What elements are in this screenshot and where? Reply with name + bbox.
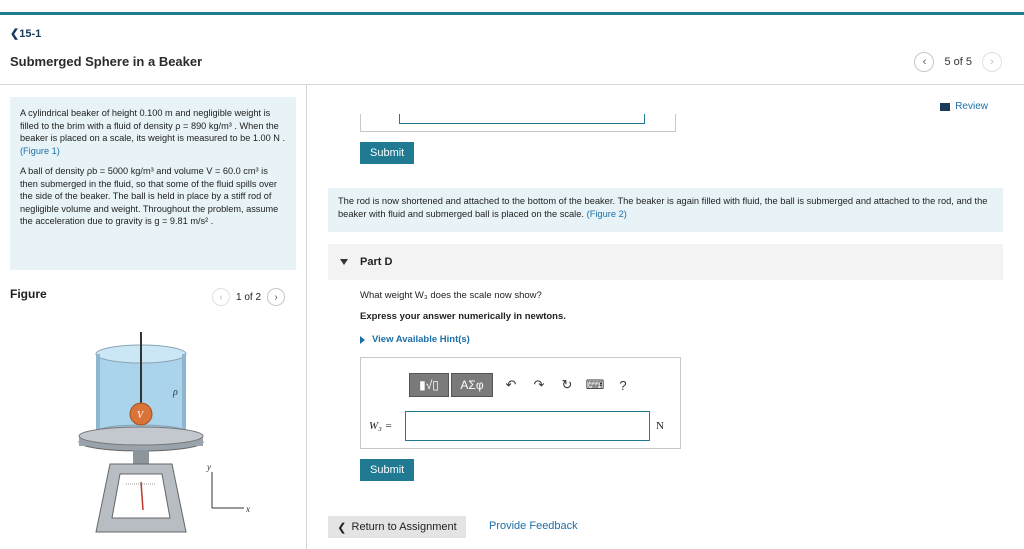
help-button[interactable]: ? — [613, 375, 633, 395]
part-label: Part D — [360, 256, 393, 268]
scenario-paragraph: The rod is now shortened and attached to… — [328, 188, 1003, 232]
question-text: What weight W₃ does the scale now show? — [360, 290, 542, 301]
symbols-button[interactable]: ΑΣφ — [451, 373, 493, 397]
view-hints-toggle[interactable]: View Available Hint(s) — [360, 334, 470, 345]
provide-feedback-link[interactable]: Provide Feedback — [489, 520, 578, 532]
scale-dial — [111, 473, 171, 519]
x-axis-label: x — [245, 504, 250, 514]
return-to-assignment-button[interactable]: ❮ Return to Assignment — [328, 516, 466, 538]
y-axis-label: y — [206, 462, 211, 472]
chevron-right-icon: › — [274, 291, 278, 303]
undo-icon[interactable]: ↶ — [501, 375, 521, 395]
column-divider — [306, 84, 307, 549]
next-item-button[interactable]: › — [982, 52, 1002, 72]
figure-1-link[interactable]: (Figure 1) — [20, 146, 60, 156]
item-position: 5 of 5 — [944, 56, 972, 68]
answer-unit: N — [656, 420, 664, 432]
figure-position: 1 of 2 — [236, 291, 262, 303]
scale-platform-top — [78, 426, 204, 446]
problem-paragraph-1: A cylindrical beaker of height 0.100 m a… — [20, 107, 286, 157]
review-link[interactable]: Review — [940, 101, 988, 112]
expand-triangle-icon — [360, 335, 365, 344]
next-figure-button[interactable]: › — [267, 288, 286, 306]
beaker-wall-right — [182, 354, 186, 434]
figure-2-link[interactable]: (Figure 2) — [587, 209, 627, 219]
back-link-label: 15-1 — [19, 28, 42, 40]
chevron-left-icon: ‹ — [922, 56, 927, 68]
answer-editor: ▮√▯ ΑΣφ ↶ ↷ ↻ ⌨ ? W₃ = — [360, 357, 681, 449]
math-toolbar: ▮√▯ ΑΣφ ↶ ↷ ↻ ⌨ ? — [409, 373, 633, 397]
back-to-assignment-link[interactable]: ❮15-1 — [10, 27, 41, 40]
template-button-group: ▮√▯ ΑΣφ — [409, 373, 493, 397]
reset-icon[interactable]: ↻ — [557, 375, 577, 395]
top-accent-bar — [0, 12, 1024, 15]
scenario-text: The rod is now shortened and attached to… — [338, 196, 988, 219]
chevron-left-icon: ❮ — [337, 521, 347, 534]
hints-label: View Available Hint(s) — [372, 334, 470, 345]
page-title: Submerged Sphere in a Beaker — [10, 54, 203, 69]
w3-answer-input[interactable] — [405, 411, 650, 441]
chevron-left-icon: ❮ — [10, 28, 20, 40]
previous-answer-area — [360, 114, 676, 132]
return-label: Return to Assignment — [351, 521, 457, 533]
templates-button[interactable]: ▮√▯ — [409, 373, 449, 397]
collapse-triangle-icon — [340, 259, 348, 265]
beaker-wall-left — [96, 354, 100, 434]
part-d-header[interactable]: Part D — [328, 244, 1003, 280]
figure-pager: ‹ 1 of 2 › — [212, 288, 286, 306]
redo-icon[interactable]: ↷ — [529, 375, 549, 395]
chevron-left-icon: ‹ — [219, 291, 223, 303]
answer-variable-label: W₃ = — [369, 420, 393, 432]
keyboard-icon[interactable]: ⌨ — [585, 375, 605, 395]
fluid-density-label: ρ — [172, 387, 178, 398]
review-icon — [940, 102, 951, 111]
figure-heading: Figure — [10, 287, 47, 301]
beaker-scale-figure: V ρ y x — [78, 332, 250, 533]
answer-instructions: Express your answer numerically in newto… — [360, 311, 566, 322]
problem-paragraph-2: A ball of density ρb = 5000 kg/m³ and vo… — [20, 166, 279, 226]
submit-button-part-c[interactable]: Submit — [360, 142, 415, 164]
review-label: Review — [955, 101, 988, 112]
scale-post — [133, 450, 149, 464]
problem-statement: A cylindrical beaker of height 0.100 m a… — [10, 97, 296, 270]
prev-figure-button[interactable]: ‹ — [212, 288, 230, 306]
prev-item-button[interactable]: ‹ — [914, 52, 935, 72]
chevron-right-icon: › — [990, 56, 994, 68]
submit-button-part-d[interactable]: Submit — [360, 459, 415, 481]
previous-answer-field[interactable] — [399, 114, 645, 124]
item-pager: ‹ 5 of 5 › — [914, 52, 1002, 72]
header-divider — [0, 84, 1024, 85]
